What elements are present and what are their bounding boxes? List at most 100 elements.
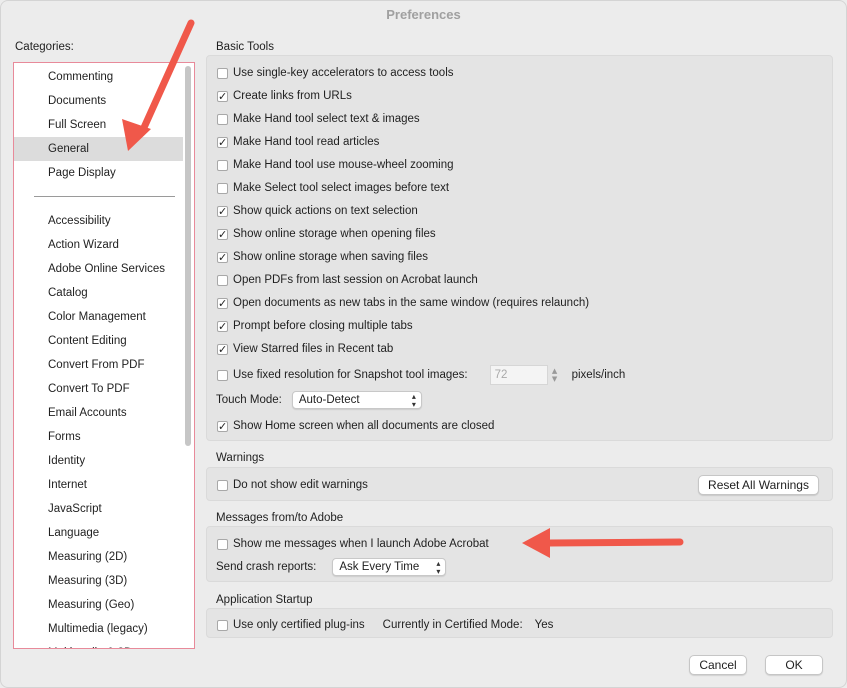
option-row[interactable]: Make Select tool select images before te… [217, 179, 449, 197]
option-row[interactable]: Open PDFs from last session on Acrobat l… [217, 271, 478, 289]
checkbox[interactable] [217, 538, 228, 550]
certified-checkbox[interactable] [217, 619, 228, 631]
category-item[interactable]: Language [14, 521, 183, 545]
option-row[interactable]: Open documents as new tabs in the same w… [217, 294, 590, 313]
checkbox[interactable] [217, 159, 228, 171]
category-item[interactable]: Multimedia (legacy) [14, 617, 183, 641]
resolution-input[interactable]: 72 [489, 365, 548, 385]
option-row[interactable]: Create links from URLs [217, 87, 352, 106]
touch-mode-label: Touch Mode: [216, 394, 282, 406]
checkbox[interactable] [217, 113, 228, 125]
touch-mode-row: Touch Mode: Auto-Detect ▴ ▾ [216, 390, 422, 410]
category-item[interactable]: Multimedia & 3D [14, 641, 183, 648]
checkbox[interactable] [217, 67, 228, 79]
checkbox[interactable] [217, 318, 228, 336]
checkbox[interactable] [217, 203, 228, 221]
option-row[interactable]: Do not show edit warnings [217, 476, 368, 494]
crash-row: Send crash reports: Ask Every Time ▴ ▾ [216, 557, 447, 577]
crash-label: Send crash reports: [216, 561, 317, 573]
option-label: Make Select tool select images before te… [233, 182, 450, 194]
crash-value: Ask Every Time [339, 561, 420, 573]
certified-mode-value: Yes [534, 619, 554, 631]
categories-scrollbar[interactable] [185, 66, 191, 446]
option-label: Show online storage when opening files [233, 228, 436, 240]
certified-label: Use only certified plug-ins [233, 619, 365, 631]
option-row[interactable]: Make Hand tool read articles [217, 133, 379, 152]
option-row[interactable]: Make Hand tool use mouse-wheel zooming [217, 156, 454, 174]
checkbox[interactable] [217, 182, 228, 194]
checkbox[interactable] [217, 341, 228, 359]
category-item[interactable]: Full Screen [14, 113, 183, 137]
option-label: Show quick actions on text selection [233, 205, 418, 217]
stepper-down-icon: ▼ [551, 375, 558, 383]
window-title: Preferences [386, 7, 461, 22]
category-item[interactable]: Convert To PDF [14, 377, 183, 401]
option-row[interactable]: Prompt before closing multiple tabs [217, 317, 413, 336]
checkbox[interactable] [217, 418, 228, 436]
category-item[interactable]: Accessibility [14, 209, 183, 233]
option-row[interactable]: Show online storage when opening files [217, 225, 436, 244]
option-label: Show Home screen when all documents are … [233, 420, 495, 432]
option-row[interactable]: Make Hand tool select text & images [217, 110, 420, 128]
section-title-warnings: Warnings [216, 452, 265, 464]
touch-mode-select[interactable]: Auto-Detect ▴ ▾ [291, 391, 422, 409]
stepper-up-icon: ▲ [551, 367, 558, 375]
snapshot-row: Use fixed resolution for Snapshot tool i… [217, 364, 625, 386]
category-item[interactable]: Commenting [14, 65, 183, 89]
category-item[interactable]: Measuring (Geo) [14, 593, 183, 617]
preferences-window: Preferences Categories: Commenting Docum… [0, 0, 847, 688]
option-row[interactable]: Show Home screen when all documents are … [217, 417, 495, 436]
category-item[interactable]: Measuring (2D) [14, 545, 183, 569]
snapshot-checkbox[interactable] [217, 369, 228, 381]
checkbox[interactable] [217, 479, 228, 491]
checkbox[interactable] [217, 274, 228, 286]
option-row[interactable]: Show online storage when saving files [217, 248, 428, 267]
category-item[interactable]: Content Editing [14, 329, 183, 353]
crash-reports-select[interactable]: Ask Every Time ▴ ▾ [332, 558, 447, 576]
checkbox[interactable] [217, 88, 228, 106]
resolution-unit: pixels/inch [571, 369, 626, 381]
category-item[interactable]: Documents [14, 89, 183, 113]
section-title-basic-tools: Basic Tools [216, 41, 274, 53]
option-label: Prompt before closing multiple tabs [233, 320, 413, 332]
category-item[interactable]: JavaScript [14, 497, 183, 521]
option-row[interactable]: Use single-key accelerators to access to… [217, 64, 454, 82]
category-item[interactable]: Email Accounts [14, 401, 183, 425]
section-title-startup: Application Startup [216, 594, 313, 606]
startup-row: Use only certified plug-ins Currently in… [217, 616, 553, 634]
checkbox[interactable] [217, 295, 228, 313]
categories-list[interactable]: Commenting Documents Full Screen General… [13, 62, 195, 649]
reset-all-warnings-button[interactable]: Reset All Warnings [698, 475, 819, 495]
category-separator [14, 185, 183, 209]
category-item[interactable]: Identity [14, 449, 183, 473]
category-item[interactable]: Forms [14, 425, 183, 449]
touch-mode-value: Auto-Detect [298, 394, 360, 406]
category-item[interactable]: Convert From PDF [14, 353, 183, 377]
chevron-updown-icon: ▴ ▾ [436, 559, 441, 576]
checkbox[interactable] [217, 134, 228, 152]
checkbox[interactable] [217, 226, 228, 244]
category-item[interactable]: Measuring (3D) [14, 569, 183, 593]
warnings-group: Do not show edit warnings Reset All Warn… [206, 467, 833, 501]
category-item[interactable]: Page Display [14, 161, 183, 185]
option-row[interactable]: View Starred files in Recent tab [217, 340, 394, 359]
resolution-stepper[interactable]: ▲ ▼ [550, 365, 560, 385]
snapshot-label: Use fixed resolution for Snapshot tool i… [233, 369, 468, 381]
option-label: Open documents as new tabs in the same w… [233, 297, 590, 309]
cancel-button[interactable]: Cancel [689, 655, 747, 675]
option-label: Do not show edit warnings [233, 479, 368, 491]
category-item[interactable]: Adobe Online Services [14, 257, 183, 281]
option-label: View Starred files in Recent tab [233, 343, 394, 355]
option-row[interactable]: Show quick actions on text selection [217, 202, 418, 221]
category-item[interactable]: Action Wizard [14, 233, 183, 257]
option-label: Show online storage when saving files [233, 251, 428, 263]
option-label: Use single-key accelerators to access to… [233, 67, 454, 79]
category-item[interactable]: Internet [14, 473, 183, 497]
option-row[interactable]: Show me messages when I launch Adobe Acr… [217, 535, 489, 553]
category-item[interactable]: Catalog [14, 281, 183, 305]
ok-button[interactable]: OK [765, 655, 823, 675]
category-item[interactable]: Color Management [14, 305, 183, 329]
chevron-updown-icon: ▴ ▾ [411, 392, 416, 409]
category-item-selected[interactable]: General [14, 137, 183, 161]
checkbox[interactable] [217, 249, 228, 267]
